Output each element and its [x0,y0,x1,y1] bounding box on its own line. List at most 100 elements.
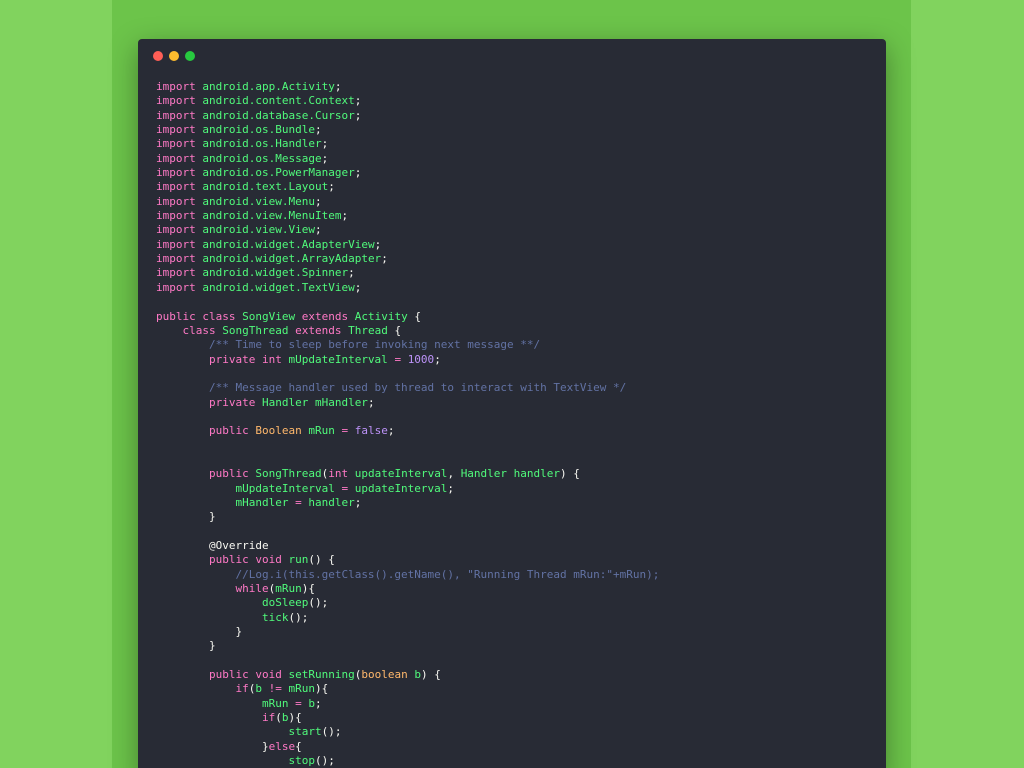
code-line: /** Message handler used by thread to in… [156,381,659,395]
code-token: public [156,309,196,323]
code-token: ; [314,696,322,710]
code-line: } [156,625,659,639]
code-token: ; [314,194,322,208]
code-line: if(b != mRun){ [156,682,659,696]
code-token: ; [447,481,455,495]
code-line: /** Time to sleep before invoking next m… [156,338,659,352]
code-token: mRun [261,696,289,710]
code-token: { [387,323,402,337]
code-token: updateInterval [354,481,448,495]
code-token: () { [308,553,335,567]
code-token: import [156,223,196,237]
code-line: import android.os.PowerManager; [156,166,659,180]
code-token: /** Time to sleep before invoking next m… [208,338,541,352]
code-token: SongView [242,309,296,323]
code-token: ; [354,495,362,509]
code-token: ){ [314,682,329,696]
code-line: import android.view.View; [156,223,659,237]
code-token: android.view.View [202,223,315,237]
code-token: extends [301,309,349,323]
minimize-window-icon[interactable] [169,51,179,61]
code-token: updateInterval [354,467,448,481]
code-token: SongThread [255,467,322,481]
code-line: mHandler = handler; [156,496,659,510]
code-window: import android.app.Activity; import andro… [138,39,886,768]
code-line: @Override [156,539,659,553]
code-token: import [156,194,196,208]
code-line: while(mRun){ [156,582,659,596]
code-token: int [328,467,349,481]
code-token: mRun [308,424,335,438]
code-token: android.widget.ArrayAdapter [202,252,382,266]
code-token: android.app.Activity [202,80,335,93]
code-token: android.text.Layout [202,180,329,194]
code-token: ; [434,352,441,366]
code-token: public [208,424,249,438]
code-token: public [208,668,249,682]
code-token: void [255,668,282,682]
code-token: android.os.Handler [202,137,322,151]
code-token: } [156,639,216,653]
code-token: doSleep [261,596,309,610]
code-line: import android.widget.Spinner; [156,266,659,280]
code-token: } [156,625,243,639]
code-token: public [208,553,249,567]
code-token: Thread [348,323,388,337]
code-token: import [156,123,196,137]
code-line: } [156,510,659,524]
code-line: import android.widget.ArrayAdapter; [156,252,659,266]
code-token: if [235,682,249,696]
code-line: }else{ [156,740,659,754]
code-token: Activity [354,309,408,323]
code-token: void [255,553,282,567]
code-line: import android.os.Handler; [156,137,659,151]
code-token: android.os.Bundle [202,123,315,137]
code-token: ){ [301,582,315,596]
code-token: ; [354,280,362,294]
code-token: android.widget.AdapterView [202,237,375,251]
code-token: import [156,108,196,122]
code-token: ) { [560,467,580,481]
code-token: while [235,582,269,596]
code-line: import android.text.Layout; [156,180,659,194]
code-token: else [268,739,296,753]
code-token: { [407,309,421,323]
code-token: import [156,180,196,194]
code-line: import android.database.Cursor; [156,109,659,123]
code-line: public void run() { [156,553,659,567]
code-token: android.widget.Spinner [202,266,349,280]
code-token: ; [354,166,362,180]
code-line: public SongThread(int updateInterval, Ha… [156,467,659,481]
close-window-icon[interactable] [153,51,163,61]
code-line: import android.widget.AdapterView; [156,238,659,252]
code-token: android.content.Context [202,94,355,108]
code-token: import [156,209,196,223]
code-token: { [295,739,302,753]
code-token: ; [341,209,349,223]
code-token: private [208,352,256,366]
zoom-window-icon[interactable] [185,51,195,61]
code-token: ; [321,151,329,165]
code-token: import [156,137,196,151]
